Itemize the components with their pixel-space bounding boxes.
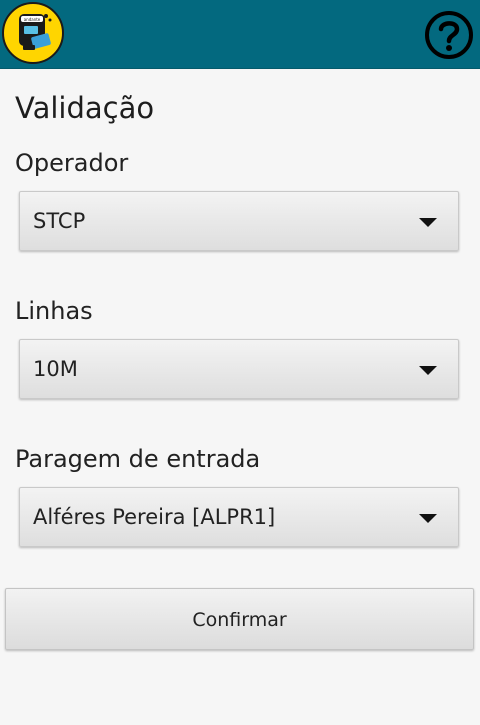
page-title: Validação xyxy=(15,91,155,125)
confirm-button[interactable]: Confirmar xyxy=(5,588,474,650)
operator-label: Operador xyxy=(15,149,129,177)
lines-dropdown[interactable]: 10M xyxy=(19,339,459,399)
operator-dropdown[interactable]: STCP xyxy=(19,191,459,251)
logo-mark-text: andante xyxy=(24,17,41,22)
ticket-validator-logo-icon: andante xyxy=(2,2,64,64)
entry-stop-selected-value: Alféres Pereira [ALPR1] xyxy=(33,505,276,529)
entry-stop-dropdown[interactable]: Alféres Pereira [ALPR1] xyxy=(19,487,459,547)
entry-stop-label: Paragem de entrada xyxy=(15,445,261,473)
question-circle-icon xyxy=(425,11,473,59)
dropdown-arrow-icon xyxy=(419,366,437,375)
operator-selected-value: STCP xyxy=(33,209,86,233)
lines-label: Linhas xyxy=(15,297,93,325)
dropdown-arrow-icon xyxy=(419,218,437,227)
help-button[interactable] xyxy=(424,10,474,60)
dropdown-arrow-icon xyxy=(419,514,437,523)
app-bar: andante xyxy=(0,0,480,69)
lines-selected-value: 10M xyxy=(33,357,78,381)
